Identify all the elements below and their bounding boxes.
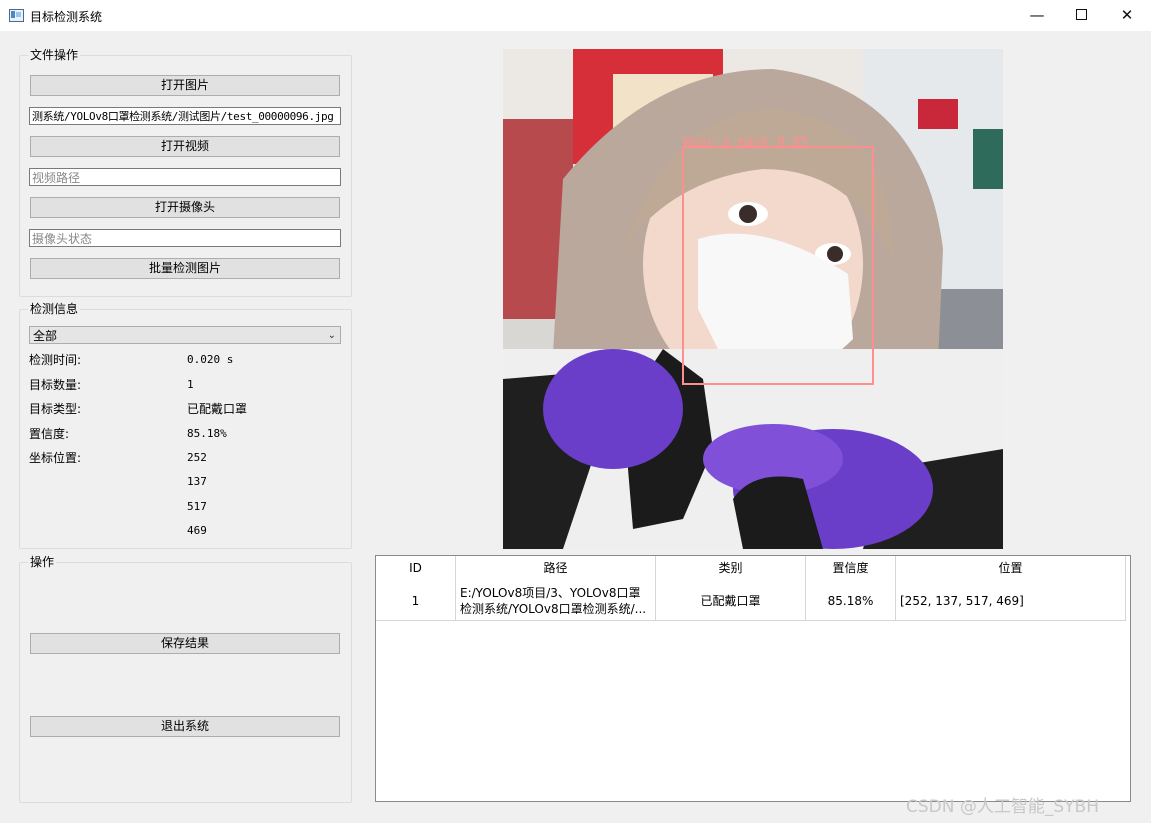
header-id[interactable]: ID bbox=[376, 556, 456, 581]
time-value: 0.020 s bbox=[187, 353, 234, 366]
cell-id[interactable]: 1 bbox=[376, 581, 456, 620]
xmax-value: 517 bbox=[187, 500, 207, 513]
operations-title: 操作 bbox=[28, 555, 57, 569]
type-value: 已配戴口罩 bbox=[187, 402, 248, 416]
camera-status-field[interactable]: 摄像头状态 bbox=[29, 229, 341, 247]
detection-info-title: 检测信息 bbox=[28, 302, 81, 316]
maximize-icon[interactable] bbox=[1058, 0, 1104, 31]
header-confidence[interactable]: 置信度 bbox=[806, 556, 896, 581]
close-icon[interactable]: ✕ bbox=[1104, 0, 1150, 31]
cell-class[interactable]: 已配戴口罩 bbox=[656, 581, 806, 620]
cell-confidence[interactable]: 85.18% bbox=[806, 581, 896, 620]
watermark: CSDN @人工智能_SYBH bbox=[906, 797, 1099, 817]
file-ops-title: 文件操作 bbox=[28, 48, 81, 62]
detection-box-label: Wear a mask 0.85 bbox=[683, 135, 808, 150]
image-path-field[interactable]: 测系统/YOLOv8口罩检测系统/测试图片/test_00000096.jpg bbox=[29, 107, 341, 125]
ymax-value: 469 bbox=[187, 524, 207, 537]
count-label: 目标数量: bbox=[29, 378, 82, 392]
minimize-icon[interactable]: — bbox=[1014, 0, 1060, 31]
results-table: ID 路径 类别 置信度 位置 1 E:/YOLOv8项目/3、YOLOv8口罩… bbox=[375, 555, 1131, 802]
open-camera-button[interactable]: 打开摄像头 bbox=[30, 197, 340, 218]
batch-detect-button[interactable]: 批量检测图片 bbox=[30, 258, 340, 279]
xmin-value: 252 bbox=[187, 451, 207, 464]
confidence-value: 85.18% bbox=[187, 427, 227, 440]
save-result-button[interactable]: 保存结果 bbox=[30, 633, 340, 654]
detection-image: Wear a mask 0.85 bbox=[503, 49, 1003, 549]
app-icon bbox=[9, 9, 24, 22]
target-select[interactable]: 全部 ⌄ bbox=[29, 326, 341, 344]
position-label: 坐标位置: bbox=[29, 451, 82, 465]
row-divider bbox=[376, 620, 1126, 621]
confidence-label: 置信度: bbox=[29, 427, 70, 441]
header-path[interactable]: 路径 bbox=[456, 556, 656, 581]
time-label: 检测时间: bbox=[29, 353, 82, 367]
chevron-down-icon: ⌄ bbox=[327, 330, 336, 341]
open-video-button[interactable]: 打开视频 bbox=[30, 136, 340, 157]
operations-group: 操作 bbox=[19, 555, 352, 803]
window-title: 目标检测系统 bbox=[30, 10, 103, 24]
count-value: 1 bbox=[187, 378, 194, 391]
header-position[interactable]: 位置 bbox=[896, 556, 1126, 581]
title-bar: 目标检测系统 — ✕ bbox=[0, 0, 1151, 31]
type-label: 目标类型: bbox=[29, 402, 82, 416]
video-path-field[interactable]: 视频路径 bbox=[29, 168, 341, 186]
header-class[interactable]: 类别 bbox=[656, 556, 806, 581]
open-image-button[interactable]: 打开图片 bbox=[30, 75, 340, 96]
target-select-value: 全部 bbox=[33, 329, 58, 343]
ymin-value: 137 bbox=[187, 475, 207, 488]
exit-system-button[interactable]: 退出系统 bbox=[30, 716, 340, 737]
cell-path[interactable]: E:/YOLOv8项目/3、YOLOv8口罩检测系统/YOLOv8口罩检测系统/… bbox=[456, 581, 656, 620]
cell-position[interactable]: [252, 137, 517, 469] bbox=[896, 581, 1126, 620]
